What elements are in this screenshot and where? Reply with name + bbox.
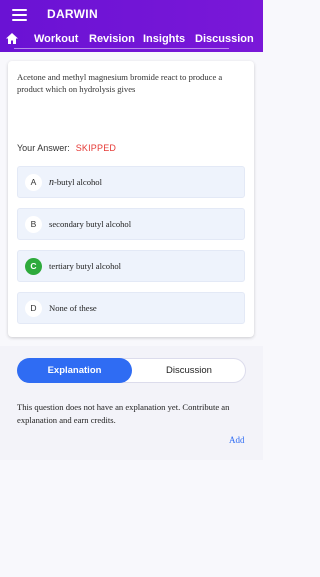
option-text: None of these [49,303,97,313]
tab-insights[interactable]: Insights [143,33,185,45]
explanation-tab[interactable]: Explanation [17,358,132,383]
explanation-text: This question does not have an explanati… [17,402,230,425]
option-letter: A [25,174,42,191]
option-letter-correct: C [25,258,42,275]
home-icon[interactable] [5,32,19,45]
option-label: n-butyl alcohol [49,177,102,188]
add-explanation-link[interactable]: Add [229,435,245,445]
menu-icon[interactable] [12,9,27,21]
question-card: Acetone and methyl magnesium bromide rea… [8,61,254,337]
tab-workout[interactable]: Workout [34,33,78,45]
question-text: Acetone and methyl magnesium bromide rea… [17,72,223,94]
answer-label: Your Answer: [17,143,70,153]
status-badge: SKIPPED [75,143,117,153]
option-b[interactable]: B secondary butyl alcohol [17,208,245,240]
option-c[interactable]: C tertiary butyl alcohol [17,250,245,282]
tab-discussion[interactable]: Discussion [195,33,254,45]
app-header: DARWIN Workout Revision Insights Discuss… [0,0,263,52]
option-text: -butyl alcohol [54,177,102,187]
option-text: tertiary butyl alcohol [49,261,122,271]
option-a[interactable]: A n-butyl alcohol [17,166,245,198]
answer-status-row: Your Answer: SKIPPED [17,143,116,153]
nav-tabs: Workout Revision Insights Discussion [0,31,263,49]
option-text: secondary butyl alcohol [49,219,132,229]
app-title: DARWIN [47,7,98,21]
discussion-tab[interactable]: Discussion [132,359,246,382]
tab-revision[interactable]: Revision [89,33,135,45]
explanation-discussion-toggle: Explanation Discussion [17,358,246,383]
nav-divider [14,48,229,49]
option-d[interactable]: D None of these [17,292,245,324]
option-letter: D [25,300,42,317]
option-letter: B [25,216,42,233]
